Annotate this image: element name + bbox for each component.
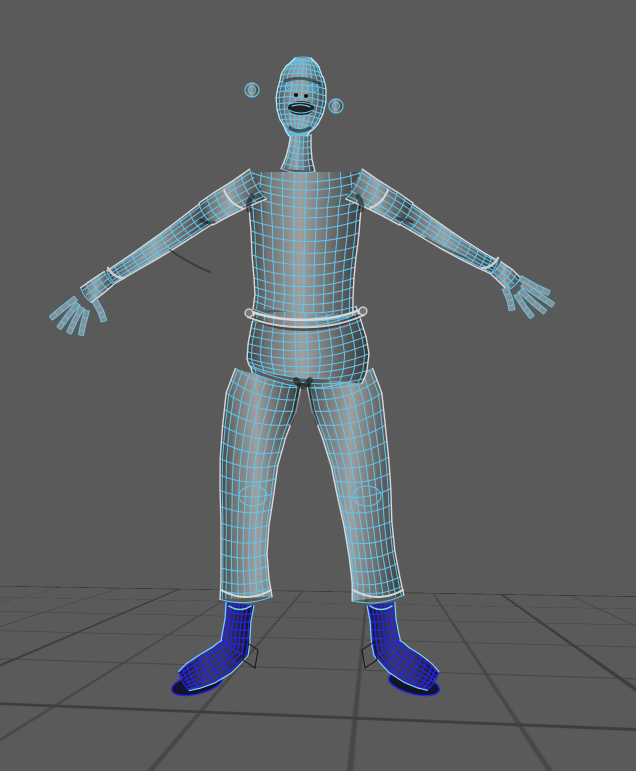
- nostril: [294, 93, 298, 97]
- nostril: [304, 94, 308, 98]
- right-boot-selected[interactable]: [366, 601, 440, 691]
- right-leg-mesh[interactable]: [306, 367, 405, 604]
- right-forearm-mesh[interactable]: [398, 203, 499, 275]
- 3d-viewport[interactable]: [0, 0, 636, 771]
- hem-roll-right: [358, 306, 368, 316]
- character-model[interactable]: [0, 0, 636, 771]
- hem-roll-left: [244, 308, 254, 318]
- right-thumb[interactable]: [501, 286, 516, 312]
- left-thumb[interactable]: [91, 299, 108, 323]
- head-mesh[interactable]: [275, 56, 327, 137]
- right-ear: [328, 98, 344, 114]
- torso-mesh[interactable]: [246, 171, 366, 322]
- left-leg-mesh[interactable]: [219, 367, 302, 604]
- neck-mesh[interactable]: [280, 132, 316, 174]
- left-boot-selected[interactable]: [178, 601, 255, 692]
- left-ear: [244, 82, 260, 98]
- left-forearm-mesh[interactable]: [106, 203, 214, 285]
